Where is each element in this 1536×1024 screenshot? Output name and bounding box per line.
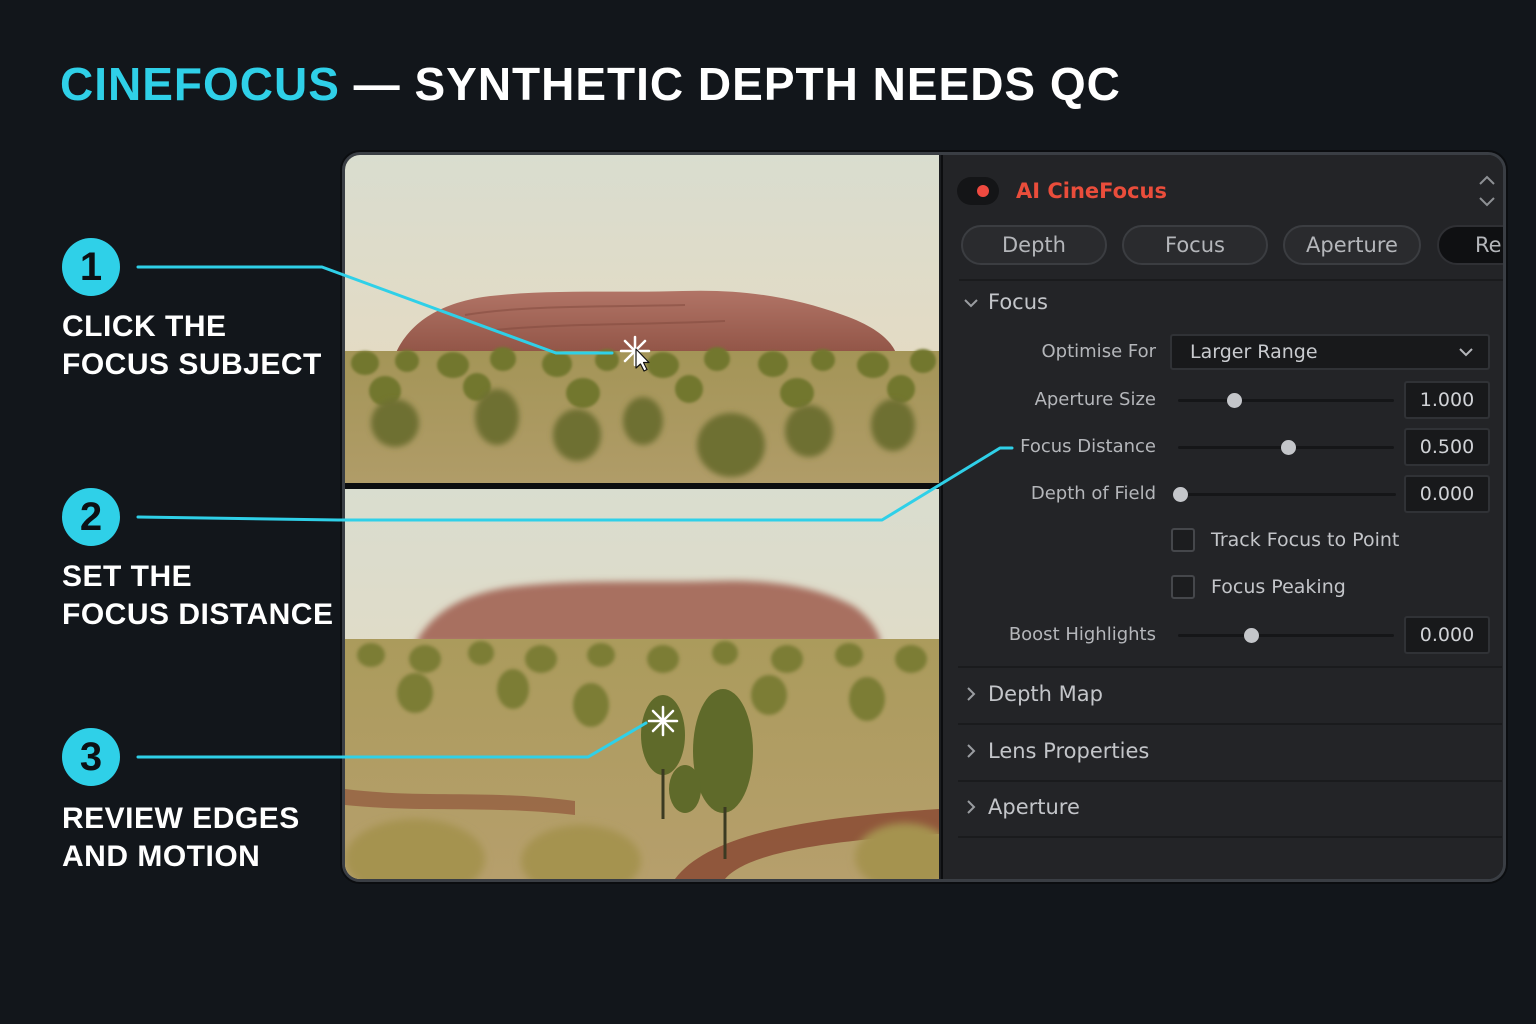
tab-depth[interactable]: Depth [961, 225, 1107, 265]
cinefocus-inspector-panel: AI CineFocus Depth Focus Aperture Re Foc… [941, 155, 1503, 879]
boost-highlights-field[interactable]: 0.000 [1404, 616, 1490, 654]
viewer-pane-after[interactable] [345, 489, 939, 879]
focus-distance-field[interactable]: 0.500 [1404, 428, 1490, 466]
viewer-pane-before[interactable] [345, 155, 939, 483]
focus-peaking-checkbox[interactable] [1171, 575, 1195, 599]
plugin-title: AI CineFocus [1016, 179, 1167, 203]
step-1-text: CLICK THE FOCUS SUBJECT [62, 308, 342, 384]
tab-focus[interactable]: Focus [1122, 225, 1268, 265]
track-focus-checkbox[interactable] [1171, 528, 1195, 552]
tab-aperture[interactable]: Aperture [1283, 225, 1421, 265]
chevron-down-icon [1459, 348, 1473, 357]
step-3-line-1: REVIEW EDGES [62, 802, 300, 835]
aperture-size-field[interactable]: 1.000 [1404, 381, 1490, 419]
page-headline: CINEFOCUS — SYNTHETIC DEPTH NEEDS QC [60, 56, 1121, 112]
video-viewer [345, 155, 939, 879]
track-focus-label[interactable]: Track Focus to Point [1211, 525, 1399, 555]
panel-header: AI CineFocus [957, 175, 1497, 207]
boost-highlights-slider[interactable] [1178, 625, 1394, 645]
chevron-down-icon[interactable] [963, 295, 979, 311]
step-2-line-1: SET THE [62, 560, 193, 593]
focus-distance-label: Focus Distance [1020, 436, 1156, 457]
aperture-size-slider[interactable] [1178, 390, 1394, 410]
slider-track [1178, 634, 1394, 637]
section-divider [958, 780, 1502, 782]
up-down-chevron-icon[interactable] [1477, 171, 1497, 211]
slider-knob[interactable] [1244, 628, 1260, 643]
step-1-line-2: FOCUS SUBJECT [62, 348, 322, 381]
panel-tabs: Depth Focus Aperture Re [961, 225, 1503, 265]
section-divider [959, 279, 1503, 281]
slider-knob[interactable] [1227, 393, 1243, 408]
chevron-right-icon[interactable] [963, 799, 979, 815]
step-3-badge: 3 [62, 728, 120, 786]
section-title-lens-properties[interactable]: Lens Properties [988, 736, 1149, 766]
chevron-right-icon[interactable] [963, 686, 979, 702]
step-3-line-2: AND MOTION [62, 840, 261, 873]
step-1-badge: 1 [62, 238, 120, 296]
headline-subtitle: — SYNTHETIC DEPTH NEEDS QC [339, 58, 1121, 110]
step-2-line-2: FOCUS DISTANCE [62, 598, 334, 631]
slider-knob[interactable] [1173, 487, 1188, 502]
depth-of-field-label: Depth of Field [1030, 483, 1156, 504]
app-window: AI CineFocus Depth Focus Aperture Re Foc… [342, 152, 1506, 882]
tab-render[interactable]: Re [1437, 225, 1503, 265]
chevron-right-icon[interactable] [963, 743, 979, 759]
section-divider [958, 836, 1502, 838]
depth-of-field-field[interactable]: 0.000 [1404, 475, 1490, 513]
focus-peaking-label[interactable]: Focus Peaking [1211, 572, 1346, 602]
depth-of-field-slider[interactable] [1173, 484, 1396, 504]
slider-track [1178, 399, 1394, 402]
power-toggle-icon[interactable] [957, 177, 999, 205]
optimise-for-label: Optimise For [1041, 341, 1157, 362]
step-3-text: REVIEW EDGES AND MOTION [62, 800, 342, 876]
step-2-badge: 2 [62, 488, 120, 546]
section-title-aperture[interactable]: Aperture [988, 792, 1080, 822]
step-1-line-1: CLICK THE [62, 310, 227, 343]
section-divider [958, 666, 1502, 668]
headline-brand: CINEFOCUS [60, 58, 340, 110]
optimise-for-value: Larger Range [1190, 341, 1318, 363]
aperture-size-label: Aperture Size [1034, 389, 1156, 410]
optimise-for-select[interactable]: Larger Range [1170, 334, 1490, 370]
focus-distance-slider[interactable] [1178, 437, 1394, 457]
toggle-indicator [977, 185, 989, 197]
slider-track [1180, 493, 1396, 496]
boost-highlights-label: Boost Highlights [1008, 624, 1156, 645]
section-divider [958, 723, 1502, 725]
section-title-focus[interactable]: Focus [988, 287, 1048, 317]
slider-knob[interactable] [1281, 440, 1297, 455]
section-title-depth-map[interactable]: Depth Map [988, 679, 1103, 709]
focus-marker-icon [647, 705, 679, 737]
step-2-text: SET THE FOCUS DISTANCE [62, 558, 342, 634]
